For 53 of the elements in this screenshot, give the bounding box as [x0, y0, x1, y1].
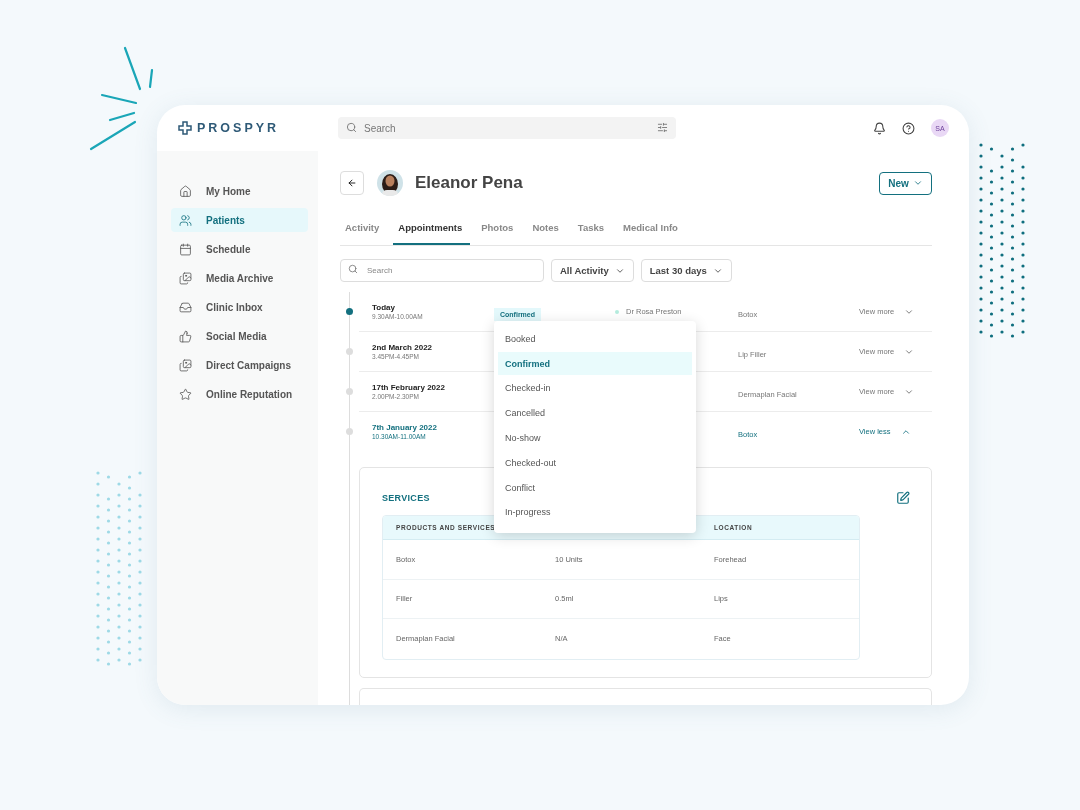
menu-item[interactable]: Conflict — [498, 476, 692, 500]
menu-item[interactable]: Booked — [498, 327, 692, 351]
sidebar-item[interactable]: Schedule — [171, 237, 308, 261]
search-field[interactable]: Search — [340, 259, 544, 282]
tab[interactable]: Appointments — [393, 222, 471, 245]
back-icon — [347, 178, 357, 188]
section-title: SERVICES — [382, 493, 430, 503]
logo: PROSPYR — [197, 121, 280, 135]
sidebar-item[interactable]: Online Reputation — [171, 382, 308, 406]
images-icon — [179, 358, 192, 372]
inbox-icon — [179, 300, 192, 314]
tab[interactable]: Notes — [527, 222, 567, 245]
sidebar-item[interactable]: Media Archive — [171, 266, 308, 290]
thumbs-up-icon — [179, 329, 192, 343]
menu-item[interactable]: Checked-out — [498, 451, 692, 475]
tab[interactable]: Tasks — [572, 222, 613, 245]
menu-item[interactable]: Confirmed — [498, 352, 692, 376]
logo-icon — [178, 121, 192, 135]
sidebar-item[interactable]: My Home — [171, 179, 308, 203]
appointment-date: 7th January 2022 — [372, 423, 438, 432]
appointment-date: 2nd March 2022 — [372, 343, 434, 352]
filter-icon[interactable] — [657, 122, 668, 133]
tab[interactable]: Photos — [476, 222, 522, 245]
menu-item[interactable]: In-progress — [498, 501, 692, 524]
appointment-date: Today — [372, 303, 396, 312]
filter-dropdown[interactable]: All Activity — [551, 259, 634, 282]
star-icon — [179, 387, 192, 401]
menu-item[interactable]: No-show — [498, 426, 692, 450]
sidebar-item[interactable]: Patients — [171, 208, 308, 232]
sidebar-item[interactable]: Direct Campaigns — [171, 353, 308, 377]
search-field[interactable]: Search — [338, 117, 676, 139]
sidebar-item[interactable]: Clinic Inbox — [171, 295, 308, 319]
notification-icon[interactable] — [873, 121, 886, 135]
images-icon — [179, 271, 192, 285]
caret-icon — [912, 178, 923, 188]
filter-dropdown[interactable]: Last 30 days — [640, 259, 732, 282]
help-icon[interactable] — [902, 121, 915, 135]
tab[interactable]: Activity — [340, 222, 388, 245]
home-icon — [179, 184, 192, 198]
tab[interactable]: Medical Info — [618, 222, 686, 245]
edit-icon[interactable] — [896, 491, 910, 505]
people-icon — [179, 213, 192, 227]
menu-item[interactable]: Cancelled — [498, 401, 692, 425]
appointment-date: 17th February 2022 — [372, 383, 446, 392]
back-button[interactable] — [340, 171, 364, 195]
menu-item[interactable]: Checked-in — [498, 377, 692, 400]
status-dot-icon — [615, 309, 619, 314]
calendar-icon — [179, 242, 192, 256]
search-icon — [348, 264, 358, 274]
new-button[interactable]: New — [879, 171, 932, 195]
patient-name: Eleanor Pena — [415, 173, 523, 193]
search-icon — [346, 122, 357, 133]
sidebar-item[interactable]: Social Media — [171, 324, 308, 348]
